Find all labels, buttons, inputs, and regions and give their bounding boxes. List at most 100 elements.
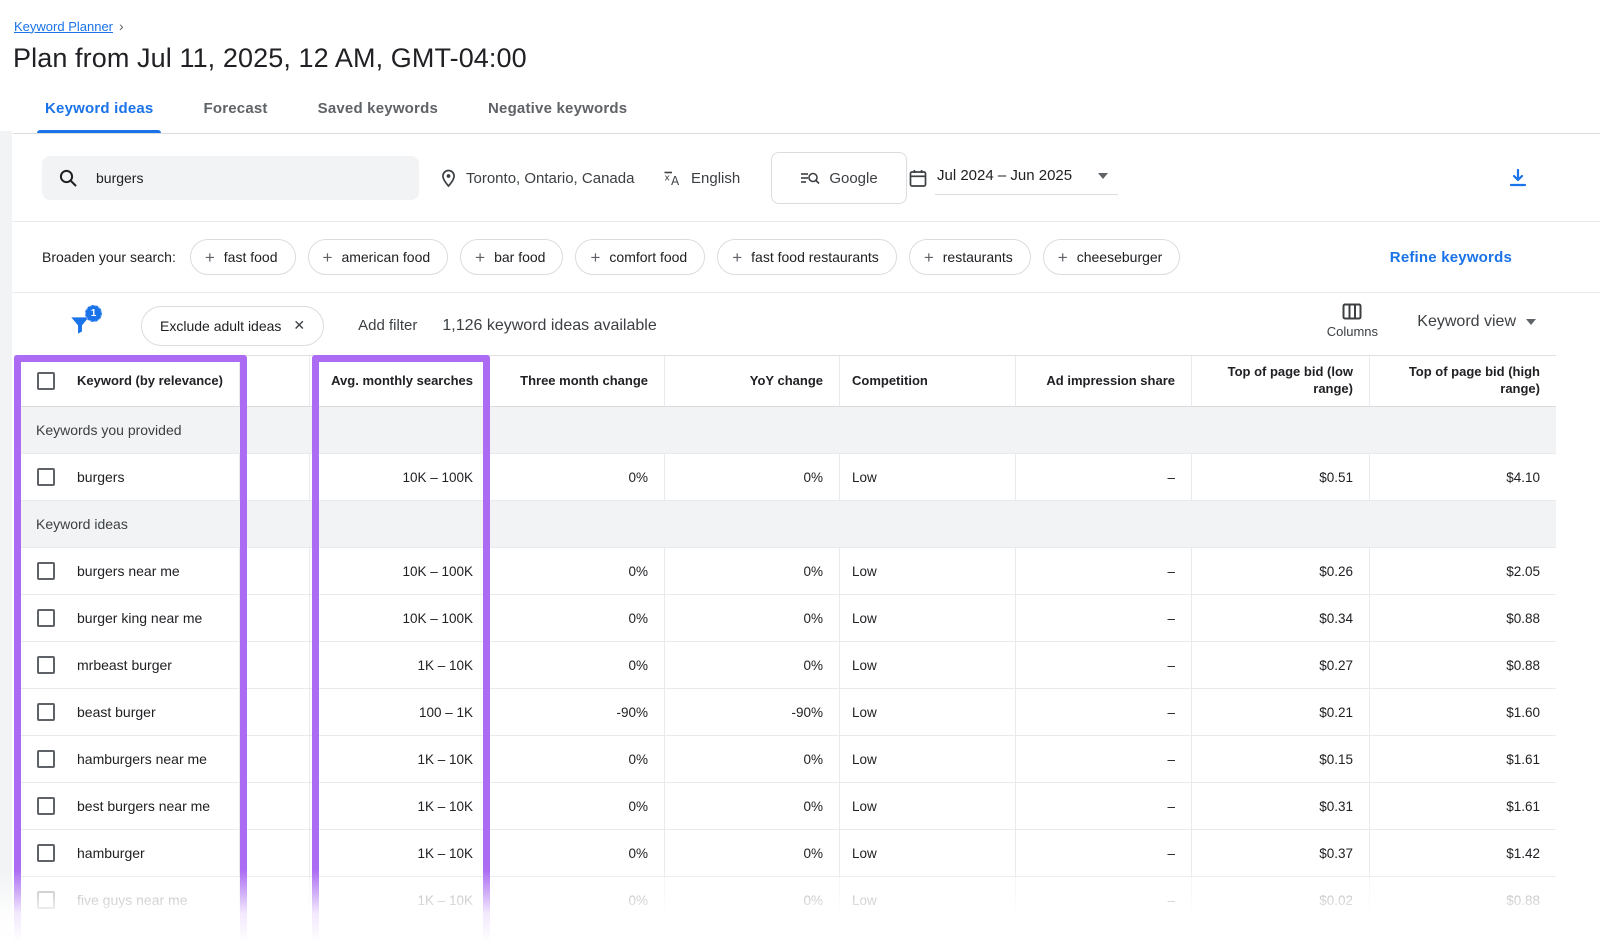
three-month-change-cell: -90% <box>490 689 665 735</box>
columns-button[interactable]: Columns <box>1327 303 1378 339</box>
competition-cell: Low <box>840 689 1016 735</box>
bid-high-cell: $1.42 <box>1370 830 1556 876</box>
keyword-text: burgers near me <box>77 563 180 579</box>
search-network-icon <box>800 169 820 187</box>
row-checkbox[interactable] <box>37 609 55 627</box>
keyword-cell: five guys near me <box>14 877 240 923</box>
avg-monthly-searches-cell: 10K – 100K <box>310 454 490 500</box>
three-month-change-cell: 0% <box>490 877 665 923</box>
ad-impression-share-cell: – <box>1016 689 1192 735</box>
chevron-right-icon: › <box>119 18 124 34</box>
calendar-icon <box>909 169 927 188</box>
table-row: burgers10K – 100K0%0%Low–$0.51$4.10 <box>14 454 1556 501</box>
keyword-text: mrbeast burger <box>77 657 172 673</box>
bid-high-cell: $4.10 <box>1370 454 1556 500</box>
broaden-chips: +fast food +american food +bar food +com… <box>190 239 1181 275</box>
bid-high-cell: $0.88 <box>1370 877 1556 923</box>
table-row: beast burger100 – 1K-90%-90%Low–$0.21$1.… <box>14 689 1556 736</box>
three-month-change-cell: 0% <box>490 736 665 782</box>
filter-bar: 1 Exclude adult ideas ✕ Add filter 1,126… <box>12 293 1600 358</box>
yoy-change-cell: 0% <box>665 642 840 688</box>
plus-icon: + <box>323 249 333 266</box>
row-checkbox[interactable] <box>37 797 55 815</box>
page-title: Plan from Jul 11, 2025, 12 AM, GMT-04:00 <box>13 43 1600 74</box>
keyword-cell: best burgers near me <box>14 783 240 829</box>
close-icon[interactable]: ✕ <box>293 317 305 334</box>
keyword-text: best burgers near me <box>77 798 210 814</box>
header-competition[interactable]: Competition <box>840 356 1016 406</box>
refine-keywords-link[interactable]: Refine keywords <box>1390 249 1512 266</box>
keyword-cell: hamburgers near me <box>14 736 240 782</box>
chip-cheeseburger[interactable]: +cheeseburger <box>1043 239 1181 275</box>
row-checkbox[interactable] <box>37 468 55 486</box>
table-row: mrbeast burger1K – 10K0%0%Low–$0.27$0.88 <box>14 642 1556 689</box>
location-selector[interactable]: Toronto, Ontario, Canada <box>440 134 634 222</box>
exclude-adult-ideas-chip[interactable]: Exclude adult ideas ✕ <box>141 306 324 346</box>
avg-monthly-searches-cell: 1K – 10K <box>310 783 490 829</box>
spacer-cell <box>240 454 310 500</box>
network-value: Google <box>829 170 877 187</box>
chip-restaurants[interactable]: +restaurants <box>909 239 1031 275</box>
ad-impression-share-cell: – <box>1016 783 1192 829</box>
table-row: hamburgers near me1K – 10K0%0%Low–$0.15$… <box>14 736 1556 783</box>
bid-high-cell: $1.61 <box>1370 783 1556 829</box>
chip-comfort-food[interactable]: +comfort food <box>575 239 705 275</box>
keyword-search-input[interactable]: burgers <box>42 156 419 200</box>
bid-low-cell: $0.02 <box>1192 877 1370 923</box>
row-checkbox[interactable] <box>37 891 55 909</box>
chip-fast-food[interactable]: +fast food <box>190 239 296 275</box>
plus-icon: + <box>1058 249 1068 266</box>
tab-saved-keywords[interactable]: Saved keywords <box>316 100 440 133</box>
network-selector-button[interactable]: Google <box>771 152 907 204</box>
spacer-cell <box>240 877 310 923</box>
header-keyword: Keyword (by relevance) <box>14 356 240 406</box>
spacer-cell <box>240 689 310 735</box>
filter-funnel-button[interactable]: 1 <box>67 312 95 340</box>
row-checkbox[interactable] <box>37 656 55 674</box>
tab-keyword-ideas[interactable]: Keyword ideas <box>43 100 155 133</box>
plus-icon: + <box>732 249 742 266</box>
language-selector[interactable]: xA English <box>663 134 740 222</box>
keyword-cell: hamburger <box>14 830 240 876</box>
three-month-change-cell: 0% <box>490 595 665 641</box>
chip-bar-food[interactable]: +bar food <box>460 239 563 275</box>
row-checkbox[interactable] <box>37 562 55 580</box>
yoy-change-cell: 0% <box>665 595 840 641</box>
avg-monthly-searches-cell: 1K – 10K <box>310 877 490 923</box>
row-checkbox[interactable] <box>37 844 55 862</box>
location-value: Toronto, Ontario, Canada <box>466 170 634 187</box>
header-avg-monthly-searches[interactable]: Avg. monthly searches <box>310 356 490 406</box>
competition-cell: Low <box>840 454 1016 500</box>
breadcrumb-link[interactable]: Keyword Planner <box>14 19 113 34</box>
header-yoy-change[interactable]: YoY change <box>665 356 840 406</box>
add-filter-button[interactable]: Add filter <box>358 317 417 334</box>
chip-american-food[interactable]: +american food <box>308 239 449 275</box>
tab-forecast[interactable]: Forecast <box>201 100 269 133</box>
svg-text:x: x <box>665 173 671 183</box>
ad-impression-share-cell: – <box>1016 830 1192 876</box>
header-ad-impression-share[interactable]: Ad impression share <box>1016 356 1192 406</box>
bid-high-cell: $1.60 <box>1370 689 1556 735</box>
bid-low-cell: $0.51 <box>1192 454 1370 500</box>
table-row: burger king near me10K – 100K0%0%Low–$0.… <box>14 595 1556 642</box>
search-icon <box>58 168 78 188</box>
download-button[interactable] <box>1506 166 1530 195</box>
yoy-change-cell: 0% <box>665 736 840 782</box>
translate-icon: xA <box>663 169 682 188</box>
tab-negative-keywords[interactable]: Negative keywords <box>486 100 629 133</box>
date-range-value: Jul 2024 – Jun 2025 <box>937 167 1072 184</box>
row-checkbox[interactable] <box>37 703 55 721</box>
chip-fast-food-restaurants[interactable]: +fast food restaurants <box>717 239 897 275</box>
select-all-checkbox[interactable] <box>37 372 55 390</box>
date-range-selector[interactable]: Jul 2024 – Jun 2025 <box>909 134 1118 222</box>
three-month-change-cell: 0% <box>490 454 665 500</box>
bid-low-cell: $0.21 <box>1192 689 1370 735</box>
header-three-month-change[interactable]: Three month change <box>490 356 665 406</box>
spacer-cell <box>240 595 310 641</box>
row-checkbox[interactable] <box>37 750 55 768</box>
bid-high-cell: $2.05 <box>1370 548 1556 594</box>
header-top-of-page-bid-high[interactable]: Top of page bid (high range) <box>1370 356 1556 406</box>
spacer-cell <box>240 642 310 688</box>
keyword-view-dropdown[interactable]: Keyword view <box>1417 313 1536 331</box>
header-top-of-page-bid-low[interactable]: Top of page bid (low range) <box>1192 356 1370 406</box>
